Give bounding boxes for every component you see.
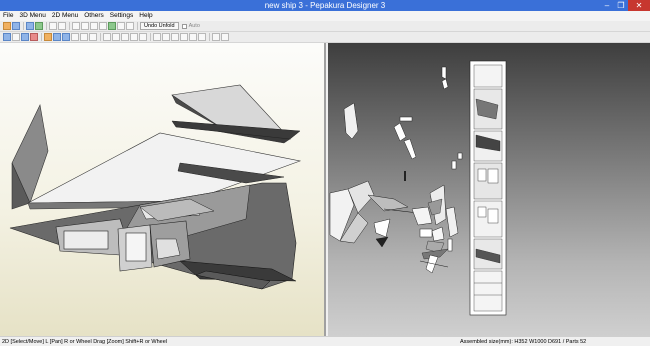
tools-toolbar (0, 32, 650, 43)
status-size-info: Assembled size(mm): H352 W1000 D691 / Pa… (460, 339, 587, 345)
toolbar-separator (46, 22, 47, 30)
close-button[interactable]: ✕ (628, 0, 650, 11)
rotate-icon[interactable] (72, 22, 80, 30)
menu-settings[interactable]: Settings (110, 11, 134, 21)
cut-tool-icon[interactable] (12, 33, 20, 41)
rotate-part-icon[interactable] (80, 33, 88, 41)
menu-3d[interactable]: 3D Menu (19, 11, 45, 21)
minimize-button[interactable]: – (600, 0, 614, 11)
menu-file[interactable]: File (3, 11, 13, 21)
mirror-part-icon[interactable] (89, 33, 97, 41)
window-icon[interactable] (117, 22, 125, 30)
menu-2d[interactable]: 2D Menu (52, 11, 78, 21)
flap-tool-icon[interactable] (44, 33, 52, 41)
zoom-fit-icon[interactable] (221, 33, 229, 41)
window-title: new ship 3 - Pepakura Designer 3 (264, 1, 386, 10)
anchor-icon[interactable] (90, 22, 98, 30)
text-tool-icon[interactable] (71, 33, 79, 41)
title-bar: new ship 3 - Pepakura Designer 3 – ❐ ✕ (0, 0, 650, 11)
align-top-icon[interactable] (180, 33, 188, 41)
align-left-icon[interactable] (153, 33, 161, 41)
arrange-icon[interactable] (103, 33, 111, 41)
paint-tool-icon[interactable] (30, 33, 38, 41)
grid-icon[interactable] (139, 33, 147, 41)
viewport-2d[interactable] (328, 43, 650, 336)
align-icon[interactable] (112, 33, 120, 41)
fold-icon[interactable] (58, 22, 66, 30)
page-icon[interactable] (130, 33, 138, 41)
edge-tool-icon[interactable] (62, 33, 70, 41)
scale-icon[interactable] (121, 33, 129, 41)
unfolded-parts-layout (329, 60, 507, 316)
print-icon[interactable] (81, 22, 89, 30)
texture-icon[interactable] (35, 22, 43, 30)
ship-3d-model (9, 84, 302, 290)
status-hint: 2D [Select/Move] L [Pan] R or Wheel Drag… (2, 339, 168, 345)
undo-unfold-button[interactable]: Undo Unfold (140, 22, 179, 30)
toolbar-separator (137, 22, 138, 30)
toolbar-separator (23, 22, 24, 30)
auto-checkbox[interactable]: Auto (181, 23, 200, 29)
menu-help[interactable]: Help (139, 11, 152, 21)
pepakura-window: new ship 3 - Pepakura Designer 3 – ❐ ✕ F… (0, 0, 650, 346)
align-right-icon[interactable] (171, 33, 179, 41)
open-file-icon[interactable] (3, 22, 11, 30)
toolbar-separator (209, 33, 210, 41)
align-center-icon[interactable] (162, 33, 170, 41)
align-middle-icon[interactable] (189, 33, 197, 41)
view-3d-icon[interactable] (26, 22, 34, 30)
join-tool-icon[interactable] (53, 33, 61, 41)
checkbox-icon (181, 23, 187, 29)
menu-others[interactable]: Others (84, 11, 104, 21)
auto-label: Auto (188, 23, 200, 29)
shape-tool-icon[interactable] (21, 33, 29, 41)
toolbar-separator (69, 22, 70, 30)
toolbar-separator (150, 33, 151, 41)
unfold-icon[interactable] (108, 22, 116, 30)
viewport-3d[interactable] (0, 43, 326, 336)
select-tool-icon[interactable] (3, 33, 11, 41)
split-view-icon[interactable] (126, 22, 134, 30)
toolbar-separator (41, 33, 42, 41)
edge-icon[interactable] (49, 22, 57, 30)
align-bottom-icon[interactable] (198, 33, 206, 41)
status-bar: 2D [Select/Move] L [Pan] R or Wheel Drag… (0, 336, 650, 346)
maximize-button[interactable]: ❐ (614, 0, 628, 11)
copy-icon[interactable] (99, 22, 107, 30)
save-file-icon[interactable] (12, 22, 20, 30)
menu-bar: File 3D Menu 2D Menu Others Settings Hel… (0, 11, 650, 21)
zoom-in-icon[interactable] (212, 33, 220, 41)
main-toolbar: Undo Unfold Auto (0, 21, 650, 32)
toolbar-separator (100, 33, 101, 41)
